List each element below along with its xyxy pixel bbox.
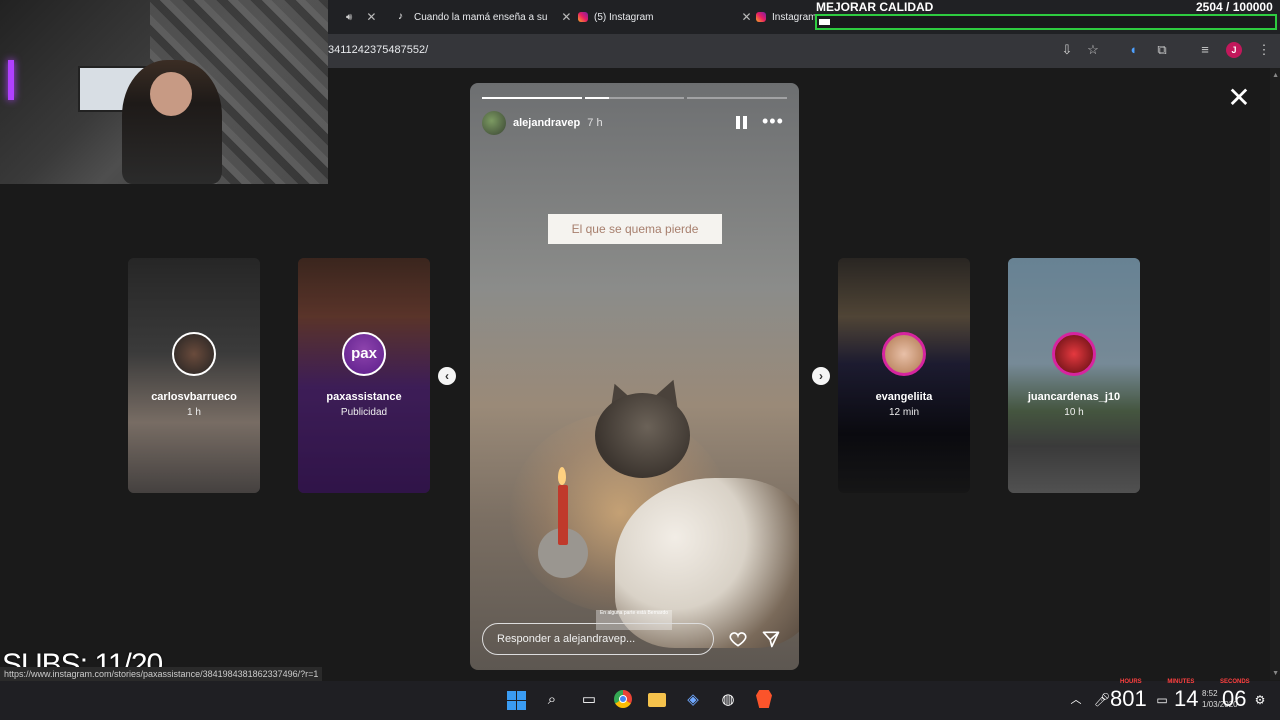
avatar [882,332,926,376]
close-icon[interactable]: ✕ [1226,84,1252,112]
story-username: paxassistance [326,391,402,403]
scroll-up-icon[interactable]: ▲ [1272,72,1279,79]
close-tab-icon[interactable]: ✕ [561,10,571,24]
story-header: alejandravep 7 h [482,111,603,135]
instagram-icon [578,12,588,22]
side-story-evangeliita[interactable]: evangeliita 12 min [838,258,970,493]
story-sponsored-label: Publicidad [340,407,388,418]
tab-instagram-5[interactable]: (5) Instagram ✕ [578,4,752,30]
more-icon[interactable]: ••• [762,111,784,132]
story-time: 12 min [888,407,919,418]
story-caption: El que se quema pierde [548,214,722,244]
chrome-icon[interactable] [614,690,634,710]
reading-list-icon[interactable]: ≡ [1197,42,1213,58]
obs-icon[interactable]: ◍ [718,690,738,710]
reply-input[interactable]: Responder a alejandravep... [482,623,714,655]
brave-icon[interactable] [754,690,774,710]
avatar [1052,332,1096,376]
close-tab-icon[interactable]: ✕ [741,10,751,24]
app-icon[interactable]: ◈ [683,690,703,710]
scroll-down-icon[interactable]: ▼ [1272,670,1279,677]
side-story-paxassistance[interactable]: pax paxassistance Publicidad [298,258,430,493]
pax-logo: pax [342,332,386,376]
candle-flame [558,467,566,485]
candle [558,485,568,545]
menu-icon[interactable]: ⋮ [1256,42,1272,58]
progress-fill [482,97,582,99]
avatar[interactable] [482,111,506,135]
clock-time: 8:52 [1202,689,1218,698]
rgb-light [8,60,14,100]
goal-total: / 100000 [1226,0,1273,14]
story-time: 7 h [587,117,603,129]
tab-label: Instagram [772,11,817,23]
story-username: carlosvbarrueco [151,391,237,403]
chevron-right-icon[interactable]: › [812,367,830,385]
monitor-icon[interactable]: ▭ [1152,690,1172,710]
story-username[interactable]: alejandravep [513,117,580,129]
story-username: evangeliita [875,391,933,403]
install-app-icon[interactable]: ⇩ [1059,42,1075,58]
send-icon[interactable] [761,629,781,649]
webcam-overlay [0,0,328,184]
profile-avatar[interactable]: J [1226,42,1242,58]
avatar [172,332,216,376]
address-bar[interactable]: 3411242375487552/ [328,44,428,56]
instagram-icon [756,12,766,22]
story-time: 1 h [187,407,201,418]
folder-icon[interactable] [648,690,668,710]
side-story-carlosvbarrueco[interactable]: carlosvbarrueco 1 h [128,258,260,493]
tab-tiktok[interactable]: ♪ Cuando la mamá enseña a su ✕ [398,4,571,30]
cast-icon[interactable]: ◖ [1125,42,1141,58]
tab-label: Cuando la mamá enseña a su [414,11,548,23]
scrollbar[interactable] [1270,68,1280,680]
notification-icon[interactable]: ⚙ [1250,690,1270,710]
tray-value-a: 801 [1110,686,1147,711]
progress-segment [482,97,582,99]
tiktok-icon: ♪ [398,11,403,22]
pause-icon[interactable] [736,116,748,129]
cat-head [595,393,690,478]
close-tab-icon[interactable]: ✕ [366,10,376,24]
progress-segment [687,97,788,99]
heart-icon[interactable] [728,629,748,649]
mic-icon[interactable]: 🎤︎ [1092,690,1112,710]
tab-label: (5) Instagram [594,11,654,23]
main-story[interactable]: alejandravep 7 h ••• El que se quema pie… [470,83,799,670]
chevron-left-icon[interactable]: ‹ [438,367,456,385]
task-view-icon[interactable]: ▭ [579,690,599,710]
tray-value-c: 06 [1222,686,1247,711]
countdown-labels: HOURS MINUTES SECONDS [1120,679,1250,685]
taskbar [0,681,1280,720]
goal-current: 2504 [1196,0,1223,14]
speaker-icon[interactable]: 🔊︎ [346,12,352,23]
tray-chevron-icon[interactable]: ︿ [1066,690,1086,710]
progress-segment [584,97,685,99]
side-story-juancardenas[interactable]: juancardenas_j10 10 h [1008,258,1140,493]
search-icon[interactable]: ⌕ [542,690,562,710]
tab-instagram[interactable]: Instagram [756,4,816,30]
extensions-icon[interactable]: ⧉ [1154,42,1170,58]
story-progress [482,97,788,99]
tray-value-b: 14 [1174,686,1199,711]
windows-icon[interactable] [507,690,527,710]
goal-title: MEJORAR CALIDAD [816,0,934,14]
progress-fill [584,97,609,99]
goal-fill [819,19,831,25]
tab-audio[interactable]: 🔊︎ ✕ [346,4,376,30]
goal-count: 2504 / 100000 [1196,0,1273,14]
bookmark-star-icon[interactable]: ☆ [1085,42,1101,58]
status-link-preview: https://www.instagram.com/stories/paxass… [0,667,323,681]
story-username: juancardenas_j10 [1027,391,1121,403]
story-time: 10 h [1064,407,1084,418]
goal-progress-bar [815,14,1277,30]
streamer-face [150,72,192,116]
